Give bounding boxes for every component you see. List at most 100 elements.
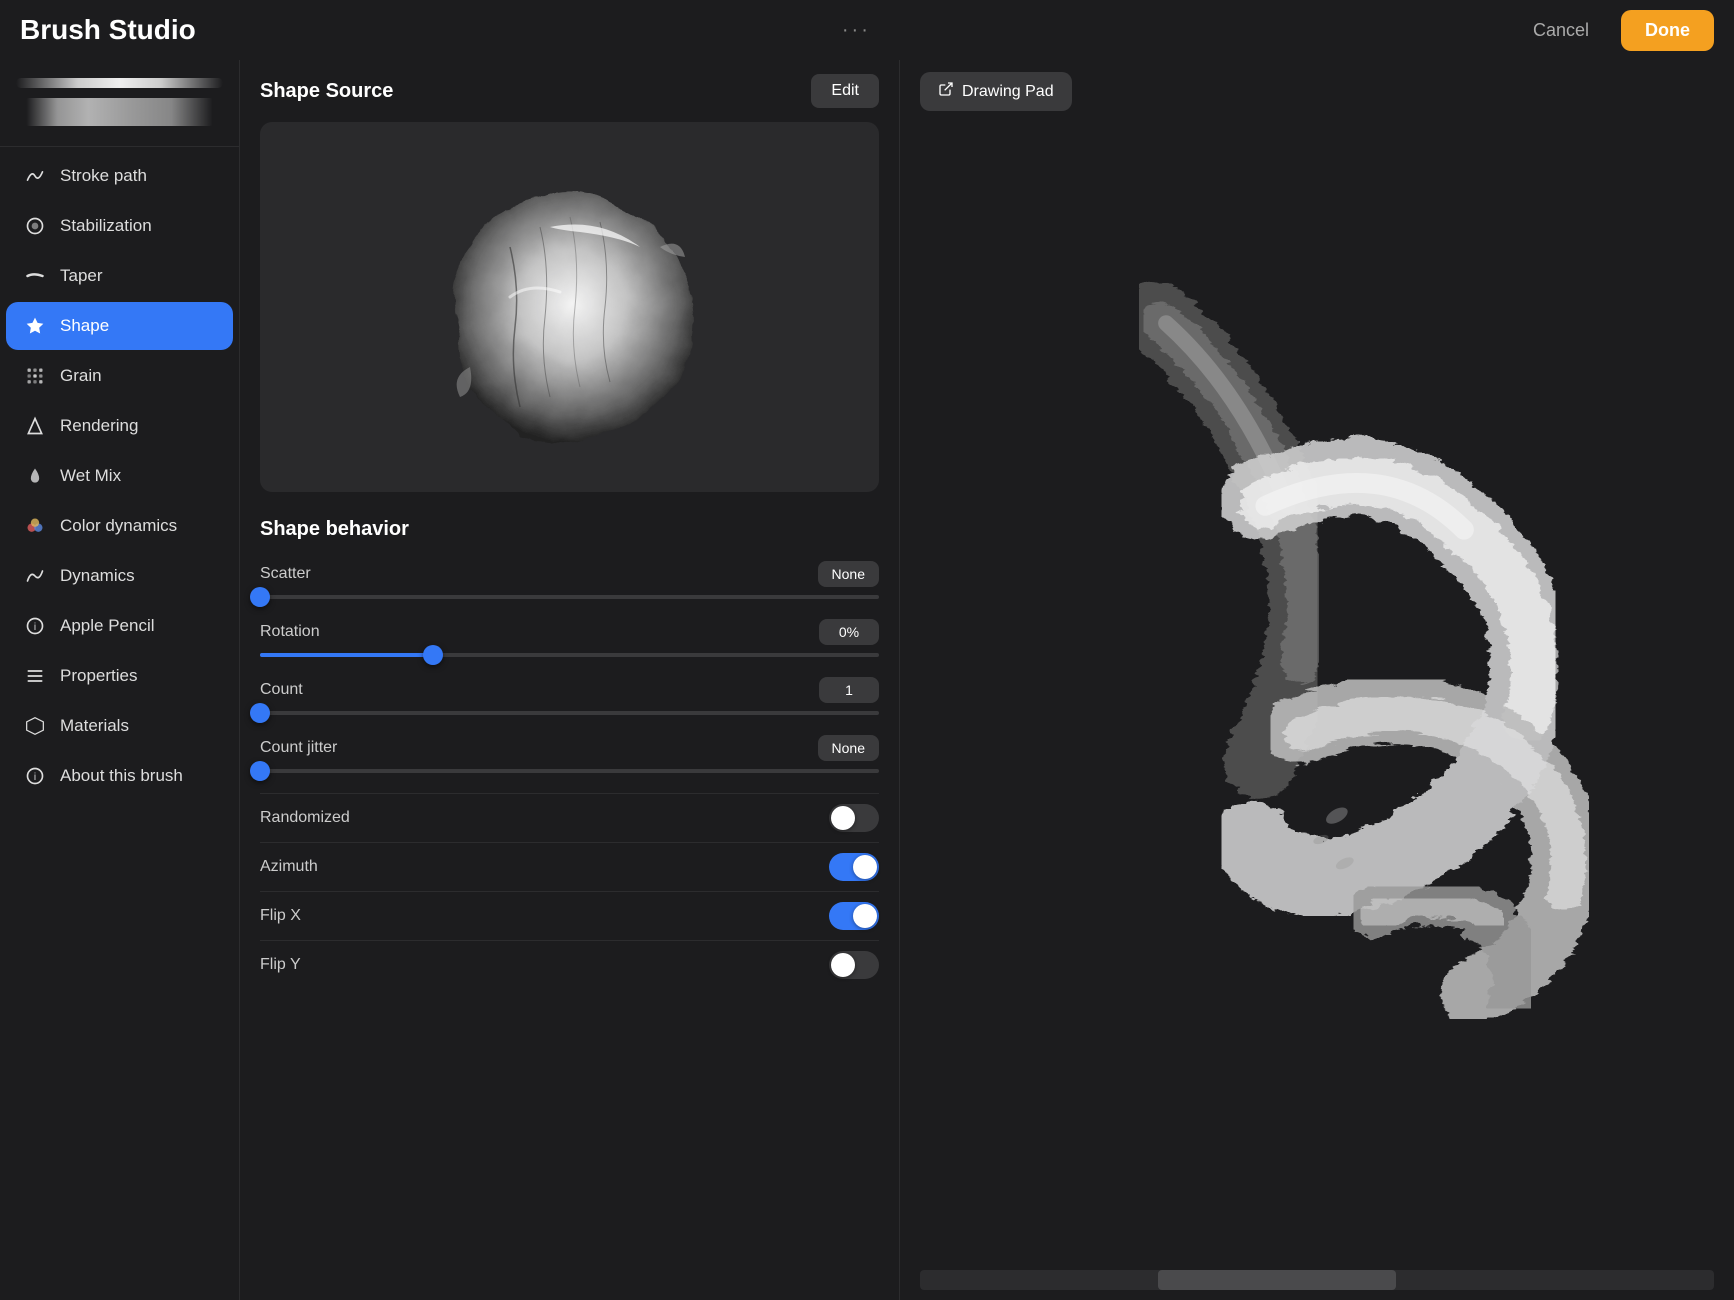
sidebar-label-materials: Materials <box>60 716 129 736</box>
sidebar-label-color-dynamics: Color dynamics <box>60 516 177 536</box>
sidebar-item-dynamics[interactable]: Dynamics <box>6 552 233 600</box>
sidebar-item-shape[interactable]: Shape <box>6 302 233 350</box>
sidebar-divider-top <box>0 146 239 147</box>
sidebar-item-about[interactable]: i About this brush <box>6 752 233 800</box>
sidebar-item-stroke-path[interactable]: Stroke path <box>6 152 233 200</box>
sidebar-label-grain: Grain <box>60 366 102 386</box>
grain-icon <box>24 365 46 387</box>
sidebar-item-rendering[interactable]: Rendering <box>6 402 233 450</box>
drawing-pad-button[interactable]: Drawing Pad <box>920 72 1072 111</box>
randomized-toggle[interactable] <box>829 804 879 832</box>
sidebar-label-apple-pencil: Apple Pencil <box>60 616 155 636</box>
main-layout: Stroke path Stabilization Taper Shape <box>0 60 1734 1300</box>
brush-stroke-thick <box>16 98 223 126</box>
sidebar-label-taper: Taper <box>60 266 103 286</box>
more-options-dots[interactable]: ··· <box>842 19 871 42</box>
control-count-jitter: Count jitter None <box>260 735 879 773</box>
external-link-icon <box>938 81 954 102</box>
count-jitter-value: None <box>818 735 879 761</box>
rotation-value: 0% <box>819 619 879 645</box>
materials-icon <box>24 715 46 737</box>
dynamics-icon <box>24 565 46 587</box>
sidebar-label-stabilization: Stabilization <box>60 216 152 236</box>
properties-icon <box>24 665 46 687</box>
azimuth-toggle-knob <box>853 855 877 879</box>
toggle-row-randomized: Randomized <box>260 793 879 842</box>
azimuth-toggle[interactable] <box>829 853 879 881</box>
behavior-section: Shape behavior Scatter None Rotation 0% <box>240 508 899 1300</box>
stabilization-icon <box>24 215 46 237</box>
control-count: Count 1 <box>260 677 879 715</box>
sidebar-label-about: About this brush <box>60 766 183 786</box>
sidebar-item-apple-pencil[interactable]: i Apple Pencil <box>6 602 233 650</box>
middle-header: Shape Source Edit <box>240 60 899 122</box>
scatter-label: Scatter <box>260 565 311 583</box>
scatter-slider[interactable] <box>260 595 879 599</box>
azimuth-label: Azimuth <box>260 858 318 876</box>
count-slider[interactable] <box>260 711 879 715</box>
toggle-row-azimuth: Azimuth <box>260 842 879 891</box>
svg-text:i: i <box>34 622 36 633</box>
sidebar-label-properties: Properties <box>60 666 137 686</box>
scatter-value: None <box>818 561 879 587</box>
apple-pencil-icon: i <box>24 615 46 637</box>
shape-blob-svg <box>420 167 720 447</box>
sidebar-label-rendering: Rendering <box>60 416 138 436</box>
stroke-path-icon <box>24 165 46 187</box>
brush-stroke-thin <box>16 78 223 88</box>
count-jitter-slider[interactable] <box>260 769 879 773</box>
drawing-pad-header: Drawing Pad <box>900 60 1734 123</box>
drawing-pad: Drawing Pad <box>900 60 1734 1300</box>
color-dynamics-icon <box>24 515 46 537</box>
rendering-icon <box>24 415 46 437</box>
flip-y-toggle[interactable] <box>829 951 879 979</box>
sidebar-label-shape: Shape <box>60 316 109 336</box>
middle-panel: Shape Source Edit <box>240 60 900 1300</box>
flip-x-toggle[interactable] <box>829 902 879 930</box>
rotation-label: Rotation <box>260 623 320 641</box>
sidebar-item-wet-mix[interactable]: Wet Mix <box>6 452 233 500</box>
scrollbar-area[interactable] <box>920 1270 1714 1290</box>
wet-mix-icon <box>24 465 46 487</box>
cancel-button[interactable]: Cancel <box>1517 12 1605 49</box>
sidebar-item-grain[interactable]: Grain <box>6 352 233 400</box>
shape-source-image <box>260 122 879 492</box>
sidebar-label-dynamics: Dynamics <box>60 566 135 586</box>
control-scatter: Scatter None <box>260 561 879 599</box>
count-label: Count <box>260 681 303 699</box>
control-rotation: Rotation 0% <box>260 619 879 657</box>
sidebar-item-materials[interactable]: Materials <box>6 702 233 750</box>
drawing-pad-label: Drawing Pad <box>962 83 1054 101</box>
randomized-toggle-knob <box>831 806 855 830</box>
done-button[interactable]: Done <box>1621 10 1714 51</box>
flip-x-label: Flip X <box>260 907 301 925</box>
sidebar-item-taper[interactable]: Taper <box>6 252 233 300</box>
flip-y-label: Flip Y <box>260 956 301 974</box>
toggle-row-flip-y: Flip Y <box>260 940 879 989</box>
toggle-row-flip-x: Flip X <box>260 891 879 940</box>
sidebar-label-stroke-path: Stroke path <box>60 166 147 186</box>
shape-icon <box>24 315 46 337</box>
scrollbar-thumb <box>1158 1270 1396 1290</box>
behavior-title: Shape behavior <box>260 518 879 541</box>
about-icon: i <box>24 765 46 787</box>
top-bar-actions: Cancel Done <box>1517 10 1714 51</box>
count-value: 1 <box>819 677 879 703</box>
taper-icon <box>24 265 46 287</box>
sidebar-label-wet-mix: Wet Mix <box>60 466 121 486</box>
sidebar-item-properties[interactable]: Properties <box>6 652 233 700</box>
rotation-slider[interactable] <box>260 653 879 657</box>
shape-source-title: Shape Source <box>260 80 393 103</box>
randomized-label: Randomized <box>260 809 350 827</box>
count-jitter-label: Count jitter <box>260 739 337 757</box>
sidebar-item-stabilization[interactable]: Stabilization <box>6 202 233 250</box>
app-title: Brush Studio <box>20 14 196 46</box>
top-bar: Brush Studio ··· Cancel Done <box>0 0 1734 60</box>
sidebar-item-color-dynamics[interactable]: Color dynamics <box>6 502 233 550</box>
drawing-pad-canvas[interactable] <box>900 123 1734 1270</box>
brush-preview <box>0 68 239 142</box>
edit-button[interactable]: Edit <box>811 74 879 108</box>
flip-y-toggle-knob <box>831 953 855 977</box>
flip-x-toggle-knob <box>853 904 877 928</box>
sidebar: Stroke path Stabilization Taper Shape <box>0 60 240 1300</box>
